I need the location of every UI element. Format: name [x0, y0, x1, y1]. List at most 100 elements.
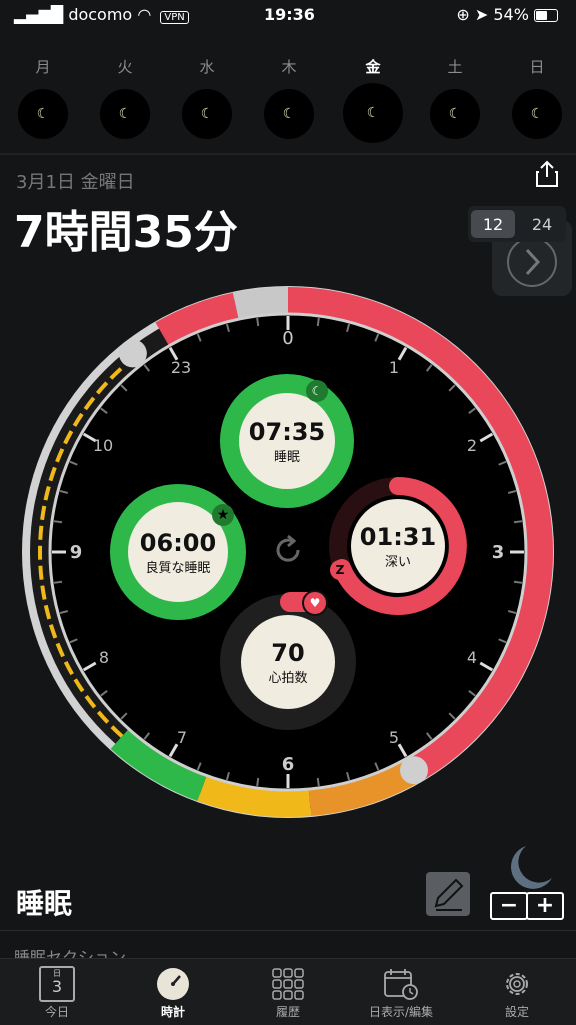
orientation-lock-icon: ⊕ [456, 5, 470, 24]
deep-sleep: 01:31 深い [351, 499, 445, 593]
sleep-label: 睡眠 [273, 449, 300, 465]
zoom-in-button[interactable]: + [526, 892, 564, 920]
refresh-icon[interactable] [270, 532, 306, 568]
divider [0, 930, 576, 931]
tab-history[interactable]: 履歴 [233, 965, 343, 1020]
tab-label: 履歴 [275, 1005, 300, 1019]
dial-tick [316, 317, 320, 327]
moon-icon: ☾ [343, 83, 403, 143]
signal-icon: ▂▄▆█ [14, 5, 64, 24]
sleep-duration: 07:35 睡眠 [239, 393, 335, 489]
total-sleep-time: 7時間35分 [14, 207, 238, 258]
hour-label: 8 [98, 648, 110, 667]
tab-today[interactable]: 日 3 今日 [2, 965, 112, 1020]
day-label: 木 [281, 58, 297, 76]
deep-sleep-value: 01:31 [359, 522, 437, 551]
clock-icon [118, 965, 228, 1003]
zoom-out-button[interactable]: − [490, 892, 528, 920]
moon-icon: ☾ [264, 89, 314, 139]
moon-icon: ☾ [306, 380, 328, 402]
tab-bar: 日 3 今日 時計 履歴 日表示/編集 設定 [0, 958, 576, 1025]
tab-label: 今日 [44, 1005, 69, 1019]
good-sleep-label: 良質な睡眠 [145, 560, 211, 576]
section-title: 睡眠 [16, 887, 73, 920]
moon-icon: ☾ [18, 89, 68, 139]
deep-sleep-ring[interactable]: 01:31 深い Z [328, 476, 468, 616]
date-label: 3月1日 金曜日 [16, 172, 135, 193]
hour-format-toggle: 12 24 [468, 206, 566, 242]
drag-handle[interactable] [118, 339, 147, 368]
hour-label: 1 [388, 358, 400, 377]
moon-icon: ☾ [182, 89, 232, 139]
hour-label: 10 [92, 436, 114, 455]
hour-label: 6 [281, 754, 295, 775]
heart-rate: 70 心拍数 [241, 615, 335, 709]
tab-day-edit[interactable]: 日表示/編集 [346, 965, 456, 1020]
heart-icon: ♥ [302, 590, 328, 616]
hour-label: 4 [466, 648, 478, 667]
tab-clock[interactable]: 時計 [118, 965, 228, 1020]
day-label: 土 [447, 58, 463, 76]
heart-rate-ring[interactable]: 70 心拍数 ♥ [220, 590, 356, 730]
day-label: 日 [529, 58, 545, 76]
carrier: ▂▄▆█ docomo ◠ VPN [14, 5, 189, 24]
day-wed[interactable]: 水 ☾ [179, 56, 235, 139]
tab-label: 日表示/編集 [368, 1005, 434, 1019]
day-fri[interactable]: 金 ☾ [343, 56, 403, 143]
dial-tick [316, 777, 320, 787]
day-label: 水 [199, 58, 215, 76]
dial-tick [513, 580, 523, 584]
dial-tick [53, 580, 63, 584]
moon-icon: ☾ [100, 89, 150, 139]
good-sleep-value: 06:00 [139, 528, 217, 557]
gear-icon [462, 965, 572, 1003]
heart-rate-label: 心拍数 [268, 670, 308, 686]
toggle-24h[interactable]: 24 [520, 210, 564, 238]
moon-icon: ☾ [512, 89, 562, 139]
hour-label: 5 [388, 728, 400, 747]
toggle-12h[interactable]: 12 [471, 210, 515, 238]
segment-gap [232, 287, 289, 319]
location-icon: ➤ [474, 5, 489, 24]
drag-handle[interactable] [400, 756, 428, 785]
dial-tick [53, 520, 63, 524]
vpn-badge: VPN [160, 11, 189, 24]
hour-label: 3 [491, 542, 505, 563]
carrier-name: docomo [68, 5, 133, 24]
moon-icon [496, 844, 556, 890]
share-icon[interactable] [534, 160, 560, 188]
heart-rate-value: 70 [271, 638, 305, 667]
deep-sleep-badge: Z [330, 560, 350, 580]
day-label: 火 [117, 58, 133, 76]
star-icon: ★ [212, 504, 234, 526]
dial-tick [256, 777, 260, 787]
pencil-icon [434, 878, 464, 911]
day-sun[interactable]: 日 ☾ [509, 56, 565, 139]
status-right: ⊕ ➤ 54% [456, 5, 558, 24]
hour-label: 2 [466, 436, 478, 455]
sleep-clock: 0 1 2 3 4 5 6 7 8 9 10 23 07:35 睡眠 ☾ 06:… [0, 270, 576, 830]
dial-tick [513, 520, 523, 524]
hour-label: 0 [282, 328, 294, 349]
wifi-icon: ◠ [137, 5, 152, 24]
calendar-day: 3 [51, 977, 63, 996]
deep-sleep-label: 深い [384, 554, 411, 570]
tab-settings[interactable]: 設定 [462, 965, 572, 1020]
tab-label: 設定 [504, 1005, 529, 1019]
hour-label: 9 [69, 542, 83, 563]
battery-icon [534, 9, 558, 22]
tab-label: 時計 [160, 1005, 185, 1019]
calendar-edit-icon [346, 965, 456, 1003]
divider [0, 153, 576, 155]
day-sat[interactable]: 土 ☾ [427, 56, 483, 139]
day-mon[interactable]: 月 ☾ [15, 56, 71, 139]
good-sleep-ring[interactable]: 06:00 良質な睡眠 ★ [110, 484, 246, 620]
moon-icon: ☾ [430, 89, 480, 139]
day-tue[interactable]: 火 ☾ [97, 56, 153, 139]
hour-label: 7 [176, 728, 188, 747]
hour-label: 23 [170, 358, 192, 377]
status-bar: ▂▄▆█ docomo ◠ VPN 19:36 ⊕ ➤ 54% [0, 0, 576, 30]
edit-button[interactable] [426, 872, 470, 916]
day-thu[interactable]: 木 ☾ [261, 56, 317, 139]
battery-percent: 54% [493, 5, 529, 24]
